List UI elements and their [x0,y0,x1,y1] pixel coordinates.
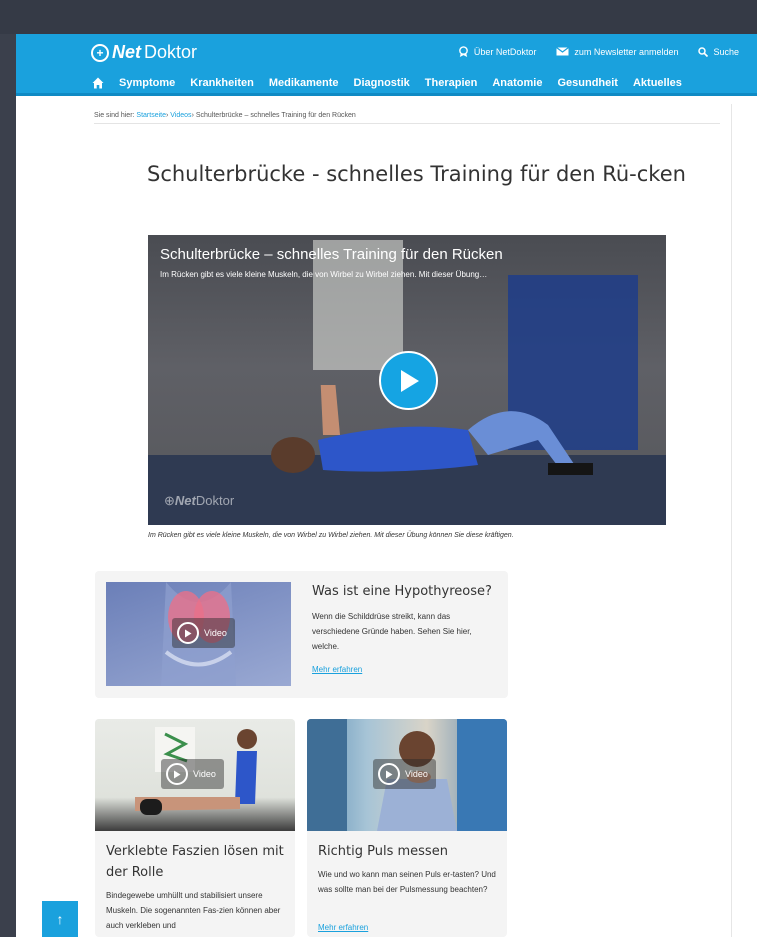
video-badge: Video [373,759,436,789]
card-text: Wie und wo kann man seinen Puls er-taste… [318,870,496,894]
header-bottom-line [16,93,757,96]
nav-item-anatomie[interactable]: Anatomie [492,77,542,89]
video-badge: Video [161,759,224,789]
search-icon [698,46,709,57]
video-watermark: ⊕NetDoktor [164,493,235,508]
window-left-gutter [0,34,16,937]
newsletter-link[interactable]: zum Newsletter anmelden [556,46,678,57]
search-link[interactable]: Suche [698,46,739,57]
about-link[interactable]: Über NetDoktor [458,46,537,57]
related-card-faszien[interactable]: Video Verklebte Faszien lösen mit der Ro… [95,719,295,937]
about-link-label: Über NetDoktor [473,46,537,57]
related-card-puls[interactable]: Video Richtig Puls messen Wie und wo kan… [307,719,507,937]
video-watermark-bold: Net [174,493,196,508]
video-badge: Video [172,618,235,648]
video-watermark-rest: Doktor [195,493,235,508]
video-title: Schulterbrücke – schnelles Training für … [160,246,503,263]
video-badge-label: Video [193,769,216,779]
breadcrumb-divider [94,123,720,124]
card-thumbnail[interactable]: Video [106,582,291,686]
card-title[interactable]: Verklebte Faszien lösen mit der Rolle [106,841,286,883]
breadcrumb-videos-link[interactable]: Videos [170,112,191,119]
logo-rest: Doktor [144,42,198,62]
play-button[interactable] [379,351,438,410]
video-subtitle: Im Rücken gibt es viele kleine Muskeln, … [160,270,488,279]
nav-item-aktuelles[interactable]: Aktuelles [633,77,682,89]
search-link-label: Suche [713,46,739,57]
newsletter-link-label: zum Newsletter anmelden [574,46,679,57]
nav-item-gesundheit[interactable]: Gesundheit [557,77,618,89]
card-thumbnail[interactable]: Video [95,719,295,831]
award-icon [459,46,468,57]
video-caption: Im Rücken gibt es viele kleine Muskeln, … [148,532,514,539]
play-icon [400,369,419,392]
plus-icon: + [91,43,109,62]
video-badge-label: Video [204,628,227,638]
card-title[interactable]: Was ist eine Hypothyreose? [312,584,492,599]
breadcrumb-current: Schulterbrücke – schnelles Training für … [195,112,356,119]
breadcrumb: Sie sind hier: Startseite› Videos› Schul… [94,112,356,119]
nav-item-therapien[interactable]: Therapien [425,77,478,89]
nav-item-diagnostik[interactable]: Diagnostik [354,77,410,89]
back-to-top-button[interactable]: ↑ [42,901,78,937]
card-text: Wenn die Schilddrüse streikt, kann das v… [312,612,472,651]
arrow-up-icon: ↑ [56,911,64,927]
window-top-bar [0,0,757,34]
breadcrumb-home-link[interactable]: Startseite [136,112,166,119]
nav-item-medikamente[interactable]: Medikamente [269,77,339,89]
card-thumbnail[interactable]: Video [307,719,507,831]
nav-item-symptome[interactable]: Symptome [119,77,175,89]
more-link[interactable]: Mehr erfahren [312,665,362,674]
breadcrumb-prefix: Sie sind hier: [94,112,135,119]
netdoktor-logo[interactable]: + Net Doktor [91,42,197,63]
card-title[interactable]: Richtig Puls messen [318,841,498,862]
logo-bold: Net [112,42,142,62]
card-text: Bindegewebe umhüllt und stabilisiert uns… [106,891,281,930]
site-header: + Net Doktor Über NetDoktor zum Newslette… [16,34,757,96]
home-icon[interactable] [92,77,104,89]
page-title: Schulterbrücke - schnelles Training für … [147,162,686,186]
content-right-border [731,104,732,937]
main-nav: Symptome Krankheiten Medikamente Diagnos… [92,77,682,89]
play-circle-icon [177,622,199,644]
video-badge-label: Video [405,769,428,779]
more-link[interactable]: Mehr erfahren [318,923,368,932]
page: + Net Doktor Über NetDoktor zum Newslette… [16,34,757,937]
video-player[interactable]: Schulterbrücke – schnelles Training für … [148,235,666,525]
header-links: Über NetDoktor zum Newsletter anmelden S… [458,46,739,57]
mail-icon [556,47,570,56]
play-circle-icon [378,763,400,785]
play-circle-icon [166,763,188,785]
related-card-hypothyreose[interactable]: Video Was ist eine Hypothyreose? Wenn di… [95,571,508,698]
nav-item-krankheiten[interactable]: Krankheiten [190,77,254,89]
